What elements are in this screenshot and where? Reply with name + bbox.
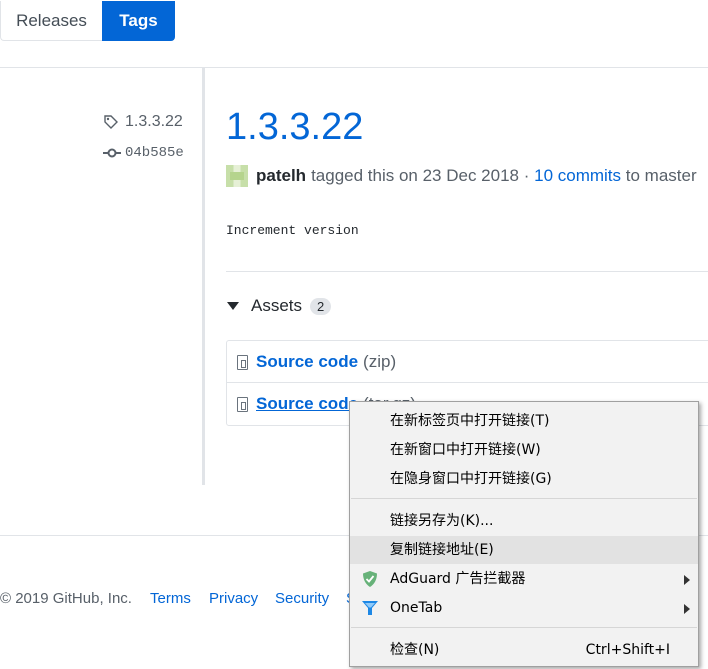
asset-item-zip[interactable]: Source code (zip) bbox=[237, 342, 396, 382]
tab-releases[interactable]: Releases bbox=[0, 1, 102, 41]
footer-link-privacy[interactable]: Privacy bbox=[209, 590, 258, 607]
timeline-line bbox=[202, 68, 205, 485]
release-title[interactable]: 1.3.3.22 bbox=[226, 106, 363, 149]
sidebar-tag[interactable]: 1.3.3.22 bbox=[103, 113, 183, 131]
menu-open-new-window[interactable]: 在新窗口中打开链接(W) bbox=[350, 436, 698, 464]
avatar[interactable] bbox=[226, 165, 248, 187]
tab-tags[interactable]: Tags bbox=[102, 1, 175, 41]
assets-label: Assets bbox=[251, 296, 303, 315]
menu-separator bbox=[351, 627, 697, 628]
menu-inspect[interactable]: 检查(N) Ctrl+Shift+I bbox=[350, 636, 698, 664]
submenu-arrow-icon bbox=[684, 604, 690, 614]
menu-item-label: AdGuard 广告拦截器 bbox=[390, 571, 526, 587]
submenu-arrow-icon bbox=[684, 575, 690, 585]
file-zip-icon bbox=[237, 396, 248, 412]
menu-item-label: 复制链接地址(E) bbox=[390, 542, 494, 558]
menu-separator bbox=[351, 498, 697, 499]
divider bbox=[0, 67, 708, 68]
menu-item-label: OneTab bbox=[390, 600, 443, 616]
asset-name: Source code bbox=[256, 352, 359, 371]
menu-save-link-as[interactable]: 链接另存为(K)... bbox=[350, 507, 698, 535]
footer-link-security[interactable]: Security bbox=[275, 590, 329, 607]
footer-link-terms[interactable]: Terms bbox=[150, 590, 191, 607]
release-body: Increment version bbox=[226, 223, 359, 238]
adguard-shield-icon bbox=[363, 571, 377, 587]
context-menu: 在新标签页中打开链接(T) 在新窗口中打开链接(W) 在隐身窗口中打开链接(G)… bbox=[349, 401, 699, 667]
sidebar-commit-label: 04b585e bbox=[125, 145, 184, 161]
menu-copy-link-address[interactable]: 复制链接地址(E) bbox=[350, 536, 698, 564]
menu-item-label: 在隐身窗口中打开链接(G) bbox=[390, 471, 552, 487]
release-meta: patelh tagged this on 23 Dec 2018 · 10 c… bbox=[226, 165, 697, 187]
assets-toggle[interactable]: Assets 2 bbox=[226, 296, 332, 316]
menu-item-label: 在新窗口中打开链接(W) bbox=[390, 442, 541, 458]
menu-onetab[interactable]: OneTab bbox=[350, 594, 698, 622]
caret-down-icon bbox=[227, 302, 239, 310]
menu-item-label: 检查(N) bbox=[390, 642, 440, 658]
menu-open-incognito[interactable]: 在隐身窗口中打开链接(G) bbox=[350, 465, 698, 493]
menu-item-shortcut: Ctrl+Shift+I bbox=[585, 642, 670, 658]
tagged-text: tagged this on 23 Dec 2018 · bbox=[311, 166, 530, 185]
divider bbox=[227, 382, 708, 383]
menu-open-new-tab[interactable]: 在新标签页中打开链接(T) bbox=[350, 407, 698, 435]
footer-copyright: © 2019 GitHub, Inc. bbox=[0, 590, 132, 607]
onetab-funnel-icon bbox=[362, 601, 378, 615]
menu-adguard[interactable]: AdGuard 广告拦截器 bbox=[350, 565, 698, 593]
sidebar-commit[interactable]: 04b585e bbox=[103, 145, 184, 161]
asset-ext: (zip) bbox=[363, 352, 397, 371]
to-text: to master bbox=[625, 166, 697, 185]
menu-item-label: 在新标签页中打开链接(T) bbox=[390, 413, 550, 429]
assets-count: 2 bbox=[310, 297, 332, 315]
divider bbox=[226, 271, 708, 272]
menu-item-label: 链接另存为(K)... bbox=[390, 513, 494, 529]
commit-icon bbox=[103, 148, 121, 158]
tag-icon bbox=[104, 115, 118, 129]
sidebar-tag-label: 1.3.3.22 bbox=[125, 113, 183, 130]
commits-link[interactable]: 10 commits bbox=[534, 166, 621, 186]
author-link[interactable]: patelh bbox=[256, 166, 306, 186]
asset-name: Source code bbox=[256, 394, 359, 413]
file-zip-icon bbox=[237, 354, 248, 370]
